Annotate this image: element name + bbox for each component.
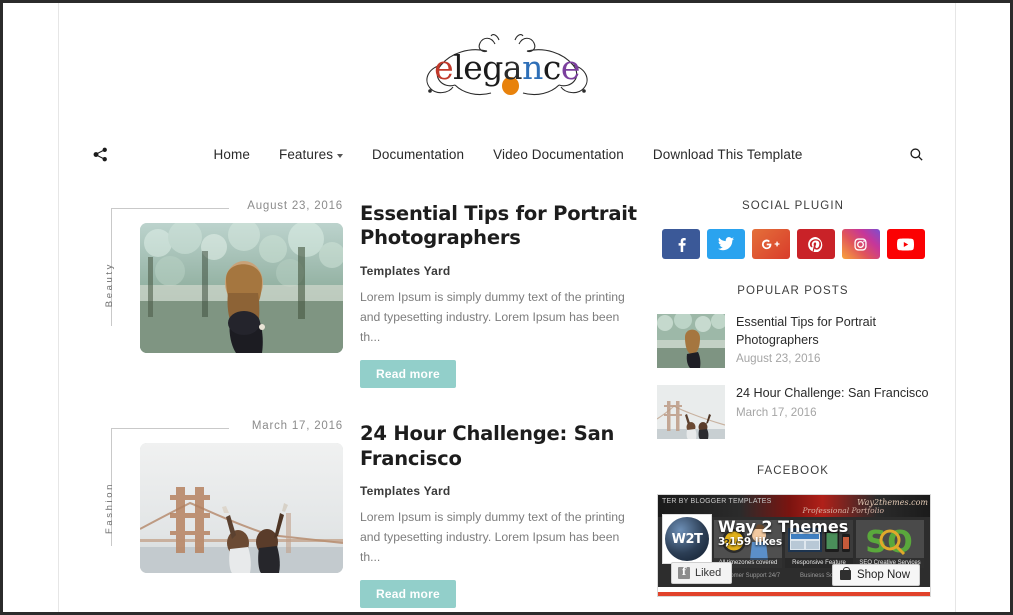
nav-item-download-this-template[interactable]: Download This Template	[653, 147, 803, 162]
youtube-icon[interactable]	[886, 229, 925, 259]
post-thumbnail[interactable]	[140, 443, 343, 574]
post-title[interactable]: Essential Tips for Portrait Photographer…	[360, 202, 639, 251]
sidebar: SOCIAL PLUGIN POPULAR POSTS Essential Ti…	[639, 200, 931, 612]
google-plus-icon[interactable]	[751, 229, 790, 259]
nav-label: Documentation	[372, 147, 465, 162]
popular-post-thumbnail	[657, 385, 725, 439]
nav-item-video-documentation[interactable]: Video Documentation	[493, 147, 624, 162]
nav-label: Features	[278, 147, 334, 162]
facebook-liked-button[interactable]: f Liked	[671, 562, 733, 584]
popular-post-thumbnail	[657, 314, 725, 368]
post-item: Beauty August 23, 2016 Essential Tips fo…	[85, 200, 639, 389]
popular-post-text: 24 Hour Challenge: San Francisco March 1…	[736, 385, 929, 439]
post-date: August 23, 2016	[247, 200, 343, 212]
facebook-page-plugin[interactable]: TER BY BLOGGER TEMPLATES Way2themes.com …	[657, 494, 931, 597]
search-icon[interactable]	[903, 142, 929, 168]
logo-letter: g	[482, 47, 503, 87]
nav-item-features[interactable]: Features	[278, 147, 344, 162]
widget-title: SOCIAL PLUGIN	[741, 200, 845, 212]
browser-viewport: elegance Home Features Documentation Vid…	[0, 0, 1013, 615]
post-author: Templates Yard	[360, 263, 451, 278]
post-media: Beauty August 23, 2016	[85, 200, 347, 388]
popular-post-item[interactable]: Essential Tips for Portrait Photographer…	[657, 314, 929, 368]
logo-letter: n	[522, 47, 543, 87]
logo-letter: c	[542, 47, 561, 87]
widget-social-plugin: SOCIAL PLUGIN	[657, 200, 929, 259]
site-logo[interactable]: elegance	[407, 31, 607, 103]
social-button-row	[657, 229, 929, 259]
widget-title: FACEBOOK	[756, 465, 830, 477]
content-area: Beauty August 23, 2016 Essential Tips fo…	[59, 178, 955, 612]
logo-letter: e	[434, 47, 454, 87]
post-item: Fashion March 17, 2016 24 Hour Challenge…	[85, 420, 639, 609]
woman-in-garden-photo	[140, 223, 343, 353]
facebook-liked-label: Liked	[695, 567, 722, 579]
nav-item-documentation[interactable]: Documentation	[372, 147, 464, 162]
popular-post-date: March 17, 2016	[736, 405, 817, 419]
logo-letter: a	[502, 47, 523, 87]
post-list: Beauty August 23, 2016 Essential Tips fo…	[85, 200, 639, 612]
pinterest-icon[interactable]	[796, 229, 835, 259]
instagram-icon[interactable]	[841, 229, 880, 259]
post-media: Fashion March 17, 2016	[85, 420, 347, 608]
widget-title: POPULAR POSTS	[737, 285, 849, 297]
facebook-like-count: 3,159 likes	[718, 536, 783, 548]
chevron-down-icon	[337, 153, 344, 158]
facebook-cover-tagline: TER BY BLOGGER TEMPLATES	[662, 498, 772, 505]
post-category-label[interactable]: Fashion	[104, 482, 115, 534]
post-divider-line-top	[111, 428, 229, 430]
shopping-bag-icon	[839, 567, 851, 580]
share-icon[interactable]	[87, 142, 113, 168]
facebook-accent-bar	[658, 592, 930, 596]
widget-facebook: FACEBOOK TER BY BLOGGER TEMPLATES Way2th…	[657, 465, 931, 597]
popular-post-title: 24 Hour Challenge: San Francisco	[736, 386, 929, 400]
post-body: Essential Tips for Portrait Photographer…	[347, 200, 639, 389]
facebook-page-avatar: W2T	[662, 514, 712, 564]
facebook-icon[interactable]	[661, 229, 700, 259]
post-author: Templates Yard	[360, 483, 451, 498]
post-excerpt: Lorem Ipsum is simply dummy text of the …	[360, 509, 625, 565]
post-divider-line-top	[111, 208, 229, 209]
nav-label: Home	[213, 147, 250, 162]
woman-in-garden-thumb	[657, 314, 725, 368]
popular-post-item[interactable]: 24 Hour Challenge: San Francisco March 1…	[657, 385, 929, 439]
facebook-logo-text: W2T	[671, 531, 703, 547]
post-excerpt: Lorem Ipsum is simply dummy text of the …	[360, 289, 625, 344]
golden-gate-bridge-thumb	[657, 385, 725, 439]
twitter-icon[interactable]	[706, 229, 745, 259]
read-more-button[interactable]: Read more	[360, 580, 456, 609]
post-date: March 17, 2016	[251, 420, 343, 433]
facebook-cover-card: S O SEO Creative Services	[856, 520, 924, 568]
read-more-button[interactable]: Read more	[360, 360, 456, 389]
logo-wordmark: elegance	[434, 48, 580, 87]
popular-post-text: Essential Tips for Portrait Photographer…	[736, 314, 929, 368]
w2t-logo-icon: W2T	[665, 517, 709, 561]
popular-post-title: Essential Tips for Portrait Photographer…	[736, 315, 876, 347]
popular-post-date: August 23, 2016	[736, 352, 821, 366]
nav-menu: Home Features Documentation Video Docume…	[113, 147, 903, 162]
golden-gate-bridge-photo	[140, 443, 343, 574]
logo-letter: e	[463, 47, 483, 87]
post-thumbnail[interactable]	[140, 223, 343, 353]
facebook-shop-now-button[interactable]: Shop Now	[831, 564, 920, 586]
svg-text:S: S	[865, 525, 887, 560]
logo-letter: e	[560, 47, 581, 87]
nav-item-home[interactable]: Home	[214, 147, 250, 162]
widget-popular-posts: POPULAR POSTS Essential Tips for Portrai…	[657, 285, 929, 439]
main-navigation: Home Features Documentation Video Docume…	[59, 131, 955, 178]
facebook-cover-nav: Professional Portfolio	[802, 506, 884, 515]
post-category-label[interactable]: Beauty	[104, 262, 115, 307]
post-title[interactable]: 24 Hour Challenge: San Francisco	[360, 422, 639, 471]
nav-label: Download This Template	[652, 147, 803, 162]
nav-label: Video Documentation	[493, 147, 624, 162]
site-header: elegance	[59, 3, 955, 131]
post-body: 24 Hour Challenge: San Francisco Templat…	[347, 420, 639, 609]
page-container: elegance Home Features Documentation Vid…	[58, 3, 956, 612]
logo-letter: l	[453, 47, 464, 87]
facebook-f-icon: f	[678, 567, 690, 579]
facebook-page-name: Way 2 Themes	[718, 517, 849, 536]
facebook-shop-label: Shop Now	[856, 569, 910, 581]
